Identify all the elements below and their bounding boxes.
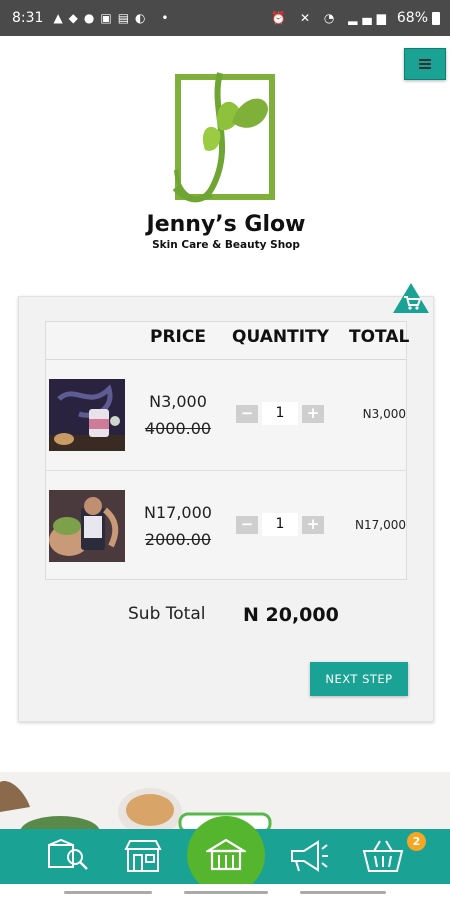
quantity-stepper: − 1 + xyxy=(236,513,326,536)
hamburger-menu-icon xyxy=(419,59,431,61)
candle-product-photo xyxy=(49,379,125,451)
home-button[interactable] xyxy=(187,816,265,894)
battery-icon xyxy=(432,11,440,25)
increase-quantity-button[interactable]: + xyxy=(302,516,324,534)
item-total: N17,000 xyxy=(355,518,406,532)
megaphone-icon[interactable] xyxy=(284,837,330,875)
status-time: 8:31 xyxy=(12,10,44,26)
home-icon xyxy=(206,838,246,871)
price-header: PRICE xyxy=(150,327,206,347)
subtotal-value: N 20,000 xyxy=(243,604,339,626)
subtotal-label: Sub Total xyxy=(128,604,206,624)
basket-icon[interactable] xyxy=(360,837,406,875)
decrease-quantity-button[interactable]: − xyxy=(236,516,258,534)
item-price: N3,000 xyxy=(149,392,207,411)
item-total: N3,000 xyxy=(362,407,406,421)
gesture-handle xyxy=(184,891,268,894)
quantity-stepper: − 1 + xyxy=(236,402,326,425)
gesture-handle xyxy=(300,891,386,894)
gesture-bar xyxy=(0,884,450,900)
menu-button[interactable] xyxy=(404,48,446,80)
jar-product-photo xyxy=(49,490,125,562)
brand-subtitle: Skin Care & Beauty Shop xyxy=(152,239,300,251)
status-bar: 8:31 ▲◆●▣▤◐ • ⏰ ✕ ◔ ▂▄▆ 68% xyxy=(0,0,450,36)
item-price: N17,000 xyxy=(144,503,212,522)
total-header: TOTAL xyxy=(349,327,410,347)
next-step-button[interactable]: NEXT STEP xyxy=(310,662,408,696)
cart-count-badge: 2 xyxy=(407,832,426,851)
cart-row: N17,000 2000.00 − 1 + N17,000 xyxy=(46,471,406,582)
cart-badge-icon[interactable] xyxy=(392,282,430,314)
notification-icons: ▲◆●▣▤◐ • xyxy=(53,11,175,25)
battery-level: 68% xyxy=(396,10,428,26)
cart-table: PRICE QUANTITY TOTAL N3,000 4000.00 − 1 … xyxy=(45,321,410,582)
increase-quantity-button[interactable]: + xyxy=(302,405,324,423)
cart-row: N3,000 4000.00 − 1 + N3,000 xyxy=(46,360,406,471)
decrease-quantity-button[interactable]: − xyxy=(236,405,258,423)
store-icon[interactable] xyxy=(120,837,166,875)
item-old-price: 2000.00 xyxy=(144,530,212,549)
gesture-handle xyxy=(64,891,152,894)
quantity-field[interactable]: 1 xyxy=(262,513,298,536)
quantity-header: QUANTITY xyxy=(232,327,329,347)
item-old-price: 4000.00 xyxy=(144,419,212,438)
catalog-icon[interactable] xyxy=(45,837,91,875)
quantity-field[interactable]: 1 xyxy=(262,402,298,425)
system-icons: ⏰ ✕ ◔ ▂▄▆ xyxy=(271,11,391,25)
brand-name: Jenny’s Glow xyxy=(146,212,306,237)
cart-table-header: PRICE QUANTITY TOTAL xyxy=(46,322,410,360)
